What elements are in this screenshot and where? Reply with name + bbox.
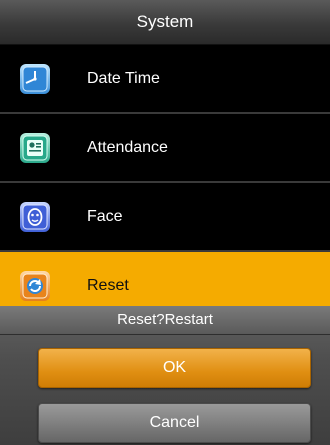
- reset-icon: [20, 270, 50, 301]
- menu-item-label: Face: [87, 207, 123, 225]
- menu-item-label: Reset: [87, 276, 129, 294]
- attendance-icon: [20, 132, 50, 163]
- cancel-button[interactable]: Cancel: [38, 403, 311, 443]
- ok-button[interactable]: OK: [38, 348, 311, 388]
- dialog-title: Reset?Restart: [0, 306, 330, 335]
- menu-item-label: Date Time: [87, 69, 160, 87]
- reset-confirm-dialog: Reset?Restart OK Cancel: [0, 306, 330, 445]
- system-menu: Date Time Attendance Face Reset: [0, 45, 330, 319]
- menu-item-face[interactable]: Face: [0, 183, 330, 252]
- menu-item-date-time[interactable]: Date Time: [0, 45, 330, 114]
- menu-item-attendance[interactable]: Attendance: [0, 114, 330, 183]
- device-screen: System Date Time Attendance Face Reset R…: [0, 0, 330, 445]
- face-icon: [20, 201, 50, 232]
- clock-icon: [20, 63, 50, 94]
- page-title: System: [0, 0, 330, 45]
- menu-item-label: Attendance: [87, 138, 168, 156]
